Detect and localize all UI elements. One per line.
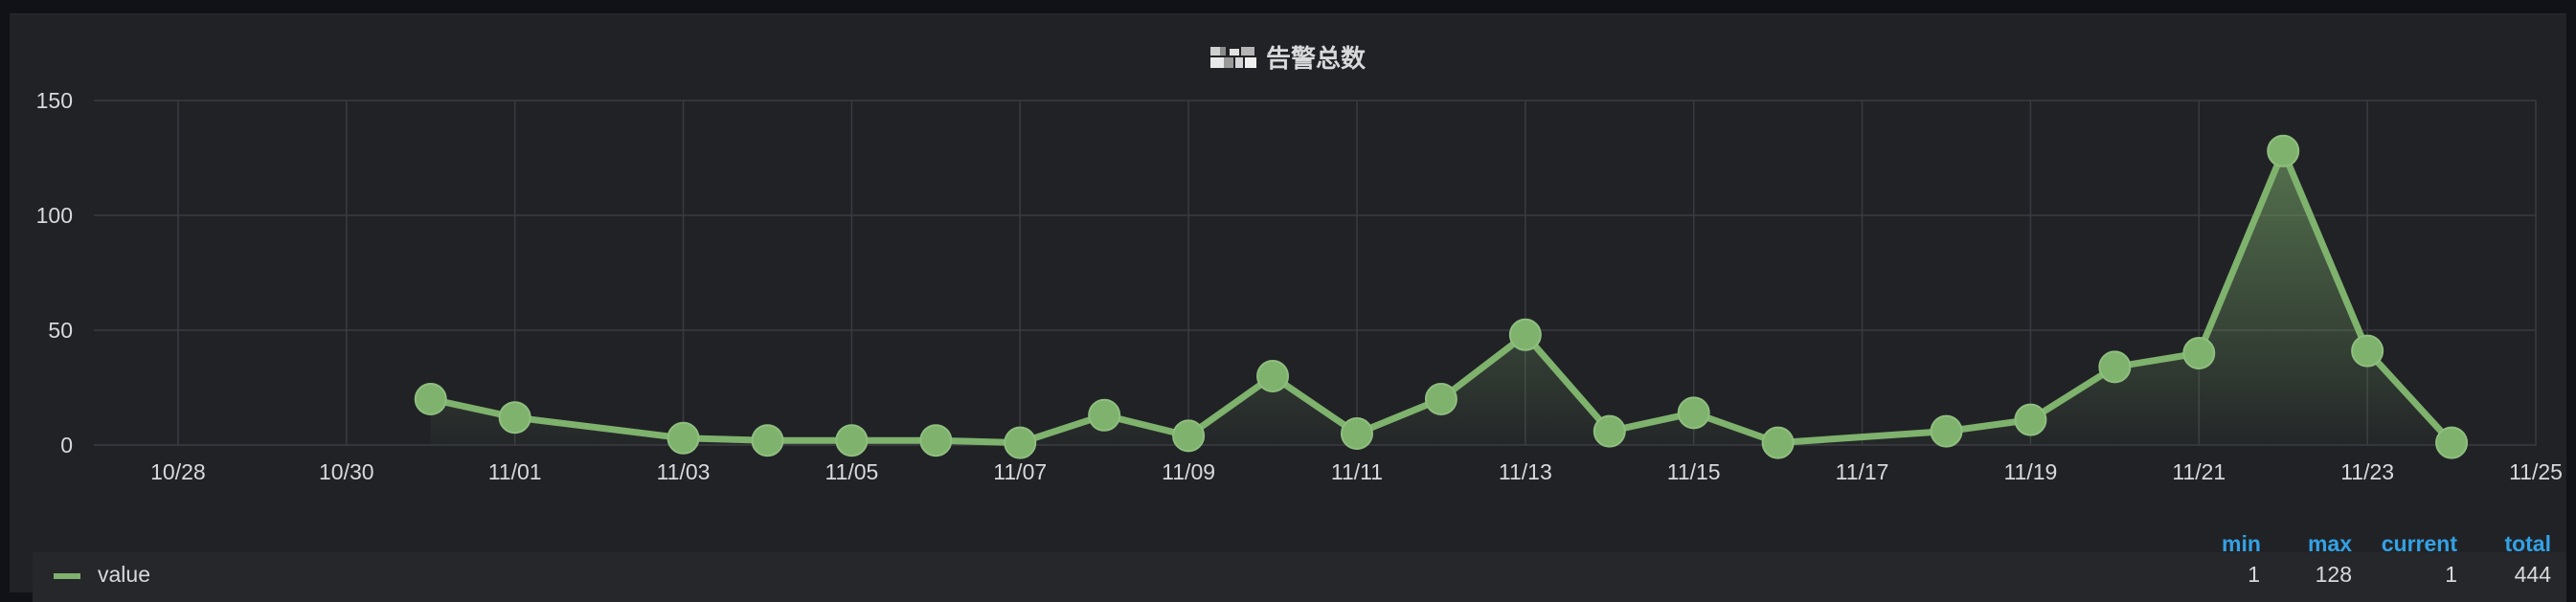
x-tick-label: 11/17 [1836, 459, 1889, 484]
x-tick-label: 11/03 [657, 459, 711, 484]
data-point [667, 421, 700, 455]
data-point [1088, 398, 1121, 432]
y-tick-label: 100 [36, 203, 73, 228]
y-tick-label: 0 [60, 433, 73, 457]
data-point [2267, 134, 2300, 167]
data-point [2182, 337, 2216, 369]
data-point [835, 424, 869, 457]
series-min: 1 [2248, 562, 2260, 587]
x-tick-label: 11/11 [1331, 459, 1383, 484]
data-point [751, 424, 784, 457]
data-point [1004, 426, 1037, 459]
data-point [1761, 426, 1795, 459]
x-tick-label: 11/19 [2003, 459, 2057, 484]
line-chart: 0 50 100 150 10/28 10/30 11/01 11/03 11/05 11/07 1… [36, 88, 2563, 484]
series-max: 128 [2315, 562, 2352, 587]
data-point [2435, 426, 2469, 459]
data-point [1677, 396, 1710, 430]
data-point [2014, 403, 2047, 436]
x-tick-label: 11/01 [488, 459, 542, 484]
x-tick-label: 11/25 [2509, 459, 2563, 484]
x-tick-label: 11/21 [2172, 459, 2226, 484]
legend-values: 1 128 1 444 [2222, 562, 2551, 588]
y-tick-label: 50 [48, 318, 73, 343]
data-point [2351, 334, 2384, 368]
series-color-swatch[interactable] [54, 573, 80, 579]
data-point [2098, 350, 2132, 384]
x-tick-label: 11/15 [1667, 459, 1721, 484]
x-tick-label: 11/05 [825, 459, 878, 484]
data-point [1930, 414, 1963, 448]
series-name[interactable]: value [98, 562, 150, 588]
graph-panel: 告警总数 0 50 100 150 10/28 10/30 11/01 11/03 11/05 1… [10, 13, 2566, 602]
x-tick-label: 10/30 [319, 459, 374, 484]
series-current: 1 [2445, 562, 2457, 587]
data-point [919, 424, 953, 457]
x-tick-label: 11/13 [1499, 459, 1552, 484]
data-point [498, 401, 531, 435]
data-point [1593, 414, 1626, 448]
x-tick-label: 11/07 [993, 459, 1047, 484]
x-tick-label: 10/28 [150, 459, 206, 484]
data-point [1256, 360, 1290, 392]
data-point [1340, 417, 1373, 450]
data-point [1508, 318, 1542, 351]
series-total: 444 [2514, 562, 2551, 587]
x-tick-label: 11/09 [1162, 459, 1215, 484]
y-tick-label: 150 [36, 88, 73, 113]
legend-table: min max current total value 1 128 1 444 [33, 531, 2566, 602]
data-point [1424, 383, 1457, 415]
legend-series-row[interactable]: value 1 128 1 444 [33, 552, 2566, 602]
data-point [1172, 419, 1206, 453]
data-point [414, 383, 447, 415]
x-tick-label: 11/23 [2340, 459, 2394, 484]
